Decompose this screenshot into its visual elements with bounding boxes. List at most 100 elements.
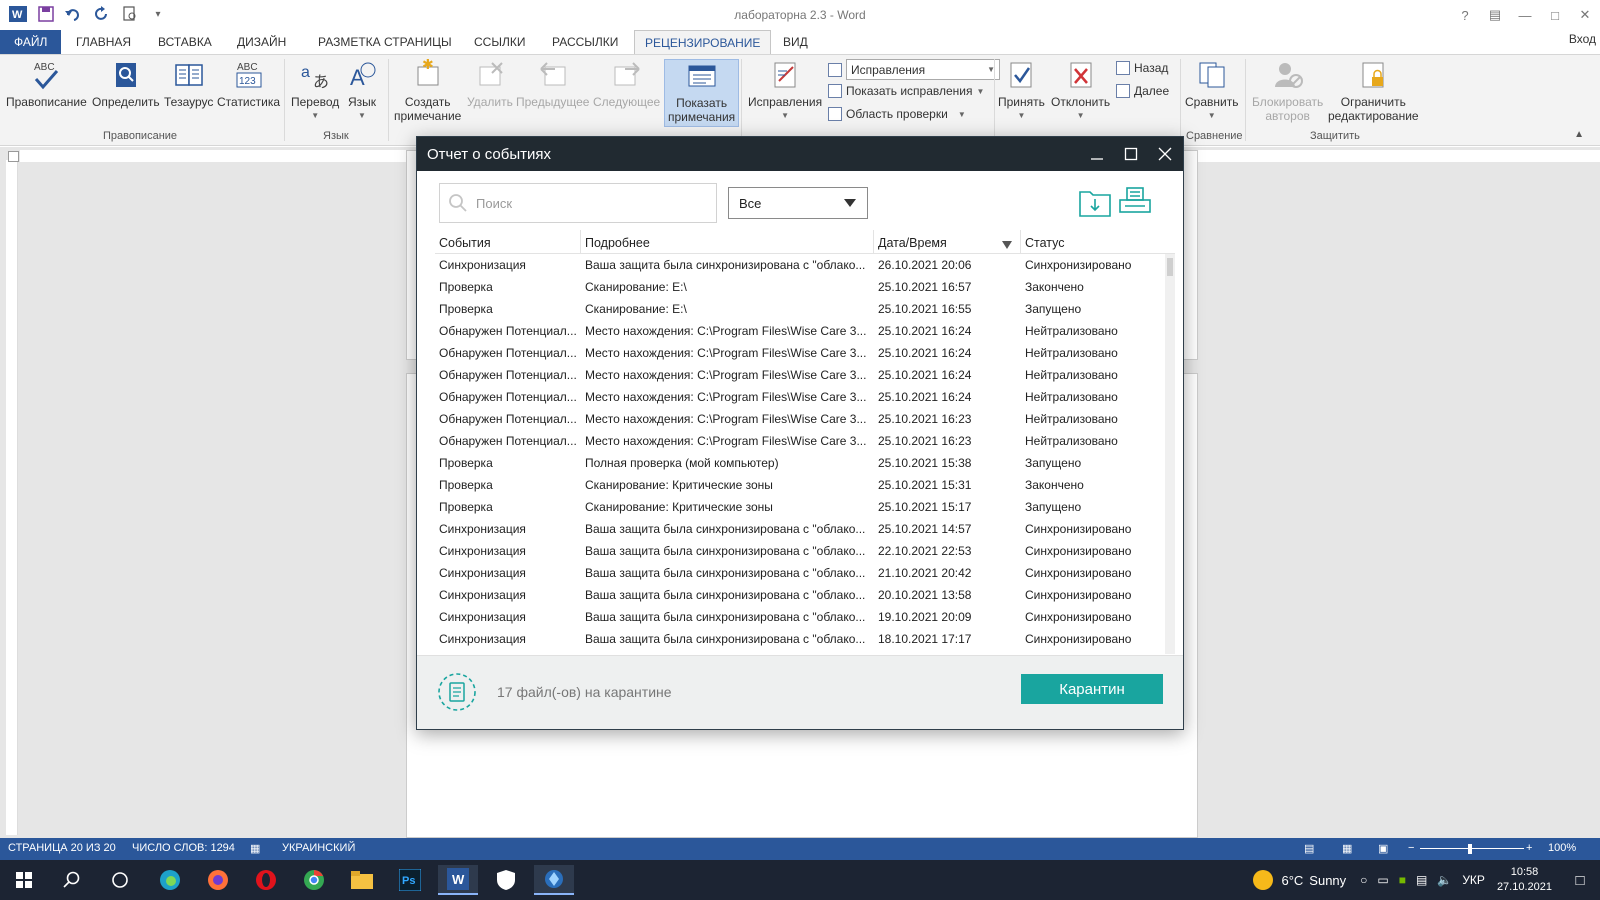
proofing-status-icon[interactable]: ▦ [250,842,260,855]
table-row[interactable]: Проверка Сканирование: Критические зоны 25… [435,474,1175,496]
new-comment-button[interactable]: ✱ Создать примечание [394,59,461,123]
table-row[interactable]: Проверка Сканирование: Критические зоны 25… [435,496,1175,518]
clock[interactable]: 10:58 27.10.2021 [1497,865,1552,895]
column-header-events[interactable]: События [435,230,581,253]
tab-home[interactable]: ГЛАВНАЯ [68,33,139,51]
tab-file[interactable]: ФАЙЛ [0,30,62,54]
web-layout-icon[interactable]: ▣ [1378,842,1388,855]
chrome-browser-icon[interactable] [294,865,334,895]
language-indicator[interactable]: УКРАИНСКИЙ [282,842,355,854]
minimize-icon[interactable] [1089,146,1105,162]
close-icon[interactable]: ✕ [1570,0,1600,30]
zoom-in-icon[interactable]: + [1526,842,1532,854]
weather-description[interactable]: Sunny [1309,873,1346,888]
tab-layout[interactable]: РАЗМЕТКА СТРАНИЦЫ [310,33,460,51]
tab-review[interactable]: РЕЦЕНЗИРОВАНИЕ [634,30,772,54]
previous-comment-button[interactable]: Предыдущее [516,59,589,109]
table-row[interactable]: Проверка Сканирование: E:\ 25.10.2021 16:5… [435,276,1175,298]
network-icon[interactable]: ▤ [1416,873,1427,887]
search-input[interactable] [476,195,696,211]
tab-design[interactable]: ДИЗАЙН [229,33,294,51]
table-row[interactable]: Синхронизация Ваша защита была синхронизи… [435,254,1175,276]
print-icon[interactable] [1119,187,1151,217]
column-header-status[interactable]: Статус [1021,230,1161,253]
maximize-icon[interactable]: □ [1540,0,1570,30]
thesaurus-button[interactable]: Тезаурус [164,59,213,109]
table-row[interactable]: Проверка Полная проверка (мой компьютер) 2… [435,452,1175,474]
next-change-button[interactable]: Далее [1116,84,1169,98]
event-filter-dropdown[interactable]: Все [728,187,868,219]
vertical-scrollbar[interactable] [1165,254,1175,654]
minimize-icon[interactable]: — [1510,0,1540,30]
close-icon[interactable] [1157,146,1173,162]
compare-button[interactable]: Сравнить ▼ [1185,59,1238,123]
read-mode-icon[interactable]: ▤ [1304,842,1314,855]
tab-view[interactable]: ВИД [775,33,816,51]
table-row[interactable]: Синхронизация Ваша защита была синхронизи… [435,518,1175,540]
firefox-browser-icon[interactable] [198,865,238,895]
export-folder-icon[interactable] [1079,187,1111,217]
page-count[interactable]: СТРАНИЦА 20 ИЗ 20 [8,842,116,854]
word-taskbar-icon[interactable]: W [438,865,478,895]
scrollbar-thumb[interactable] [1167,258,1173,276]
table-row[interactable]: Обнаружен Потенциал... Место нахождения: … [435,386,1175,408]
nvidia-icon[interactable]: ■ [1399,873,1406,887]
task-view-icon[interactable] [100,865,140,895]
table-row[interactable]: Синхронизация Ваша защита была синхронизи… [435,562,1175,584]
show-comments-button[interactable]: Показать примечания [664,59,740,127]
table-row[interactable]: Обнаружен Потенциал... Место нахождения: … [435,430,1175,452]
windows-security-icon[interactable] [486,865,526,895]
language-button[interactable]: A Язык ▼ [346,59,378,123]
antivirus-app-icon[interactable] [534,865,574,895]
opera-browser-icon[interactable] [246,865,286,895]
print-layout-icon[interactable]: ▦ [1342,842,1352,855]
usb-icon[interactable]: ▭ [1377,873,1388,887]
zoom-slider-thumb[interactable] [1468,844,1472,854]
next-comment-button[interactable]: Следующее [593,59,660,109]
table-row[interactable]: Обнаружен Потенциал... Место нахождения: … [435,408,1175,430]
word-count[interactable]: ЧИСЛО СЛОВ: 1294 [132,842,235,854]
show-markup-button[interactable]: Показать исправления ▼ [828,84,984,98]
tray-app-icon[interactable]: ○ [1360,873,1367,887]
input-language[interactable]: УКР [1462,873,1485,887]
tab-insert[interactable]: ВСТАВКА [150,33,220,51]
table-row[interactable]: Синхронизация Ваша защита была синхронизи… [435,606,1175,628]
table-row[interactable]: Синхронизация Ваша защита была синхронизи… [435,540,1175,562]
sign-in-link[interactable]: Вход [1569,32,1596,46]
table-row[interactable]: Обнаружен Потенциал... Место нахождения: … [435,342,1175,364]
photoshop-icon[interactable]: Ps [390,865,430,895]
zoom-out-icon[interactable]: − [1408,842,1414,854]
spelling-button[interactable]: ABC Правописание [6,59,87,109]
block-authors-button[interactable]: Блокировать авторов [1252,59,1323,123]
review-pane-button[interactable]: Область проверки ▼ [828,107,966,121]
reject-button[interactable]: Отклонить ▼ [1051,59,1110,123]
column-header-datetime[interactable]: Дата/Время [874,230,1021,253]
maximize-icon[interactable] [1123,146,1139,162]
search-box[interactable] [439,183,717,223]
define-button[interactable]: Определить [92,59,160,109]
table-row[interactable]: Синхронизация Ваша защита была синхронизи… [435,584,1175,606]
collapse-ribbon-icon[interactable]: ▲ [1574,129,1584,140]
word-count-button[interactable]: ABC 123 Статистика [217,59,280,109]
markup-mode-dropdown[interactable]: Исправления ▼ [846,59,1000,80]
quarantine-button[interactable]: Карантин [1021,674,1163,704]
track-changes-button[interactable]: Исправления ▼ [748,59,822,123]
table-row[interactable]: Обнаружен Потенциал... Место нахождения: … [435,320,1175,342]
zoom-level[interactable]: 100% [1548,842,1576,854]
tab-mailings[interactable]: РАССЫЛКИ [544,33,626,51]
weather-temperature[interactable]: 6°C [1281,873,1303,888]
windows-start-icon[interactable] [4,865,44,895]
volume-icon[interactable]: 🔈 [1437,873,1452,887]
file-explorer-icon[interactable] [342,865,382,895]
weather-sun-icon[interactable] [1253,870,1274,890]
table-row[interactable]: Обнаружен Потенциал... Место нахождения: … [435,364,1175,386]
translate-button[interactable]: aあ Перевод ▼ [291,59,339,123]
delete-comment-button[interactable]: Удалить [467,59,513,109]
restrict-editing-button[interactable]: Ограничить редактирование [1328,59,1419,123]
tab-references[interactable]: ССЫЛКИ [466,33,533,51]
accept-button[interactable]: Принять ▼ [998,59,1045,123]
table-row[interactable]: Синхронизация Ваша защита была синхронизи… [435,628,1175,650]
notifications-icon[interactable]: □ [1560,872,1600,889]
previous-change-button[interactable]: Назад [1116,61,1168,75]
help-icon[interactable]: ? [1450,0,1480,30]
